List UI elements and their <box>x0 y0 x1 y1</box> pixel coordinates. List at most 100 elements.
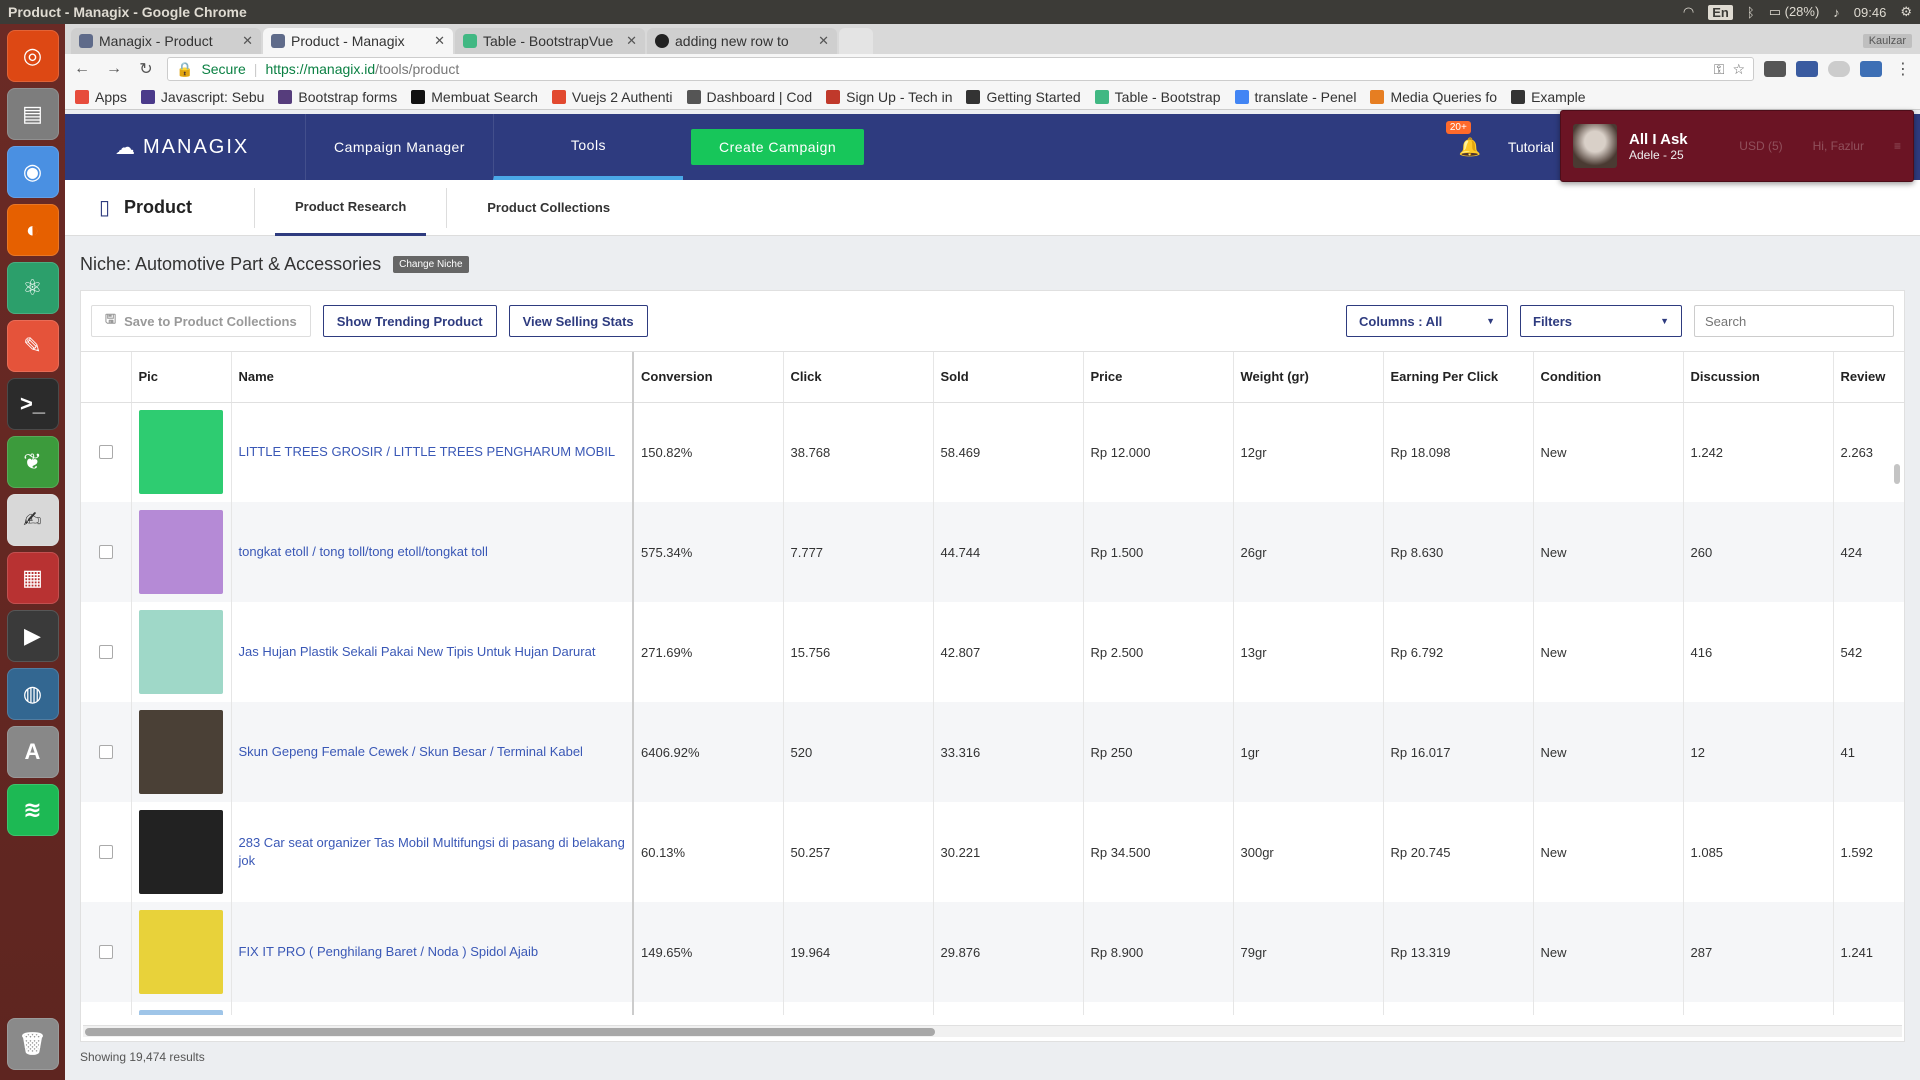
address-bar[interactable]: 🔒 Secure | https://managix.id/tools/prod… <box>167 57 1754 81</box>
text-editor-icon[interactable]: ✍ <box>6 494 59 546</box>
columns-dropdown[interactable]: Columns : All ▼ <box>1346 305 1508 337</box>
postgresql-icon[interactable]: ◍ <box>6 668 59 720</box>
table-row[interactable]: 283 Car seat organizer Tas Mobil Multifu… <box>81 802 1904 902</box>
gear-icon[interactable]: ⚙ <box>1900 4 1912 20</box>
product-name-link[interactable]: Skun Gepeng Female Cewek / Skun Besar / … <box>239 744 583 759</box>
bluetooth-icon[interactable]: ᛒ <box>1747 5 1755 20</box>
product-image[interactable] <box>138 1010 223 1015</box>
fix-it-pro-image[interactable] <box>138 910 223 994</box>
star-icon[interactable]: ☆ <box>1732 61 1745 78</box>
scrollbar-thumb[interactable] <box>85 1028 935 1036</box>
close-tab-icon[interactable]: ✕ <box>242 33 253 49</box>
product-name-link[interactable]: LITTLE TREES GROSIR / LITTLE TREES PENGH… <box>239 444 616 459</box>
terminal-connector-image[interactable] <box>138 710 223 794</box>
tutorial-link[interactable]: Tutorial <box>1508 139 1554 155</box>
spotify-icon[interactable]: ≋ <box>6 784 59 836</box>
key-icon[interactable]: ⚿ <box>1714 61 1725 78</box>
trash-icon[interactable]: 🗑 <box>6 1018 59 1070</box>
extension-icon[interactable] <box>1860 61 1882 77</box>
nav-tools[interactable]: Tools <box>492 114 683 180</box>
bookmark-item[interactable]: Bootstrap forms <box>278 89 397 105</box>
show-trending-button[interactable]: Show Trending Product <box>322 305 497 337</box>
change-niche-button[interactable]: Change Niche <box>393 255 469 273</box>
battery-indicator[interactable]: ▭ (28%) <box>1769 4 1820 20</box>
row-checkbox[interactable] <box>98 845 113 859</box>
terminal-icon[interactable]: >_ <box>6 378 59 430</box>
column-header[interactable]: Conversion <box>633 352 784 403</box>
bookmark-item[interactable]: Dashboard | Cod <box>686 89 812 105</box>
column-header[interactable]: Discussion <box>1683 352 1834 403</box>
toll-stick-image[interactable] <box>138 510 223 594</box>
column-header[interactable]: Weight (gr) <box>1233 352 1384 403</box>
menu-dots-icon[interactable]: ⋮ <box>1892 59 1914 79</box>
balance-dropdown[interactable]: USD (5) <box>1739 139 1782 153</box>
column-header[interactable]: Pic <box>131 352 232 403</box>
view-selling-stats-button[interactable]: View Selling Stats <box>508 305 648 337</box>
firefox-icon[interactable]: ◐ <box>6 204 59 256</box>
reload-icon[interactable]: ↻ <box>135 59 157 79</box>
product-name-link[interactable]: tongkat etoll / tong toll/tong etoll/ton… <box>239 544 488 559</box>
extension-icon[interactable] <box>1828 61 1850 77</box>
chrome-icon[interactable]: ◉ <box>6 146 59 198</box>
column-header[interactable]: Condition <box>1533 352 1684 403</box>
volume-icon[interactable]: ♪ <box>1833 5 1840 20</box>
postman-icon[interactable]: ✎ <box>6 320 59 372</box>
browser-tab[interactable]: Table - BootstrapVue ✕ <box>455 28 645 54</box>
video-editor-icon[interactable]: ▶ <box>6 610 59 662</box>
table-row[interactable]: LITTLE TREES GROSIR / LITTLE TREES PENGH… <box>81 402 1904 502</box>
atom-icon[interactable]: ⚛ <box>6 262 59 314</box>
horizontal-scrollbar[interactable] <box>83 1025 1902 1037</box>
bookmark-item[interactable]: Sign Up - Tech in <box>826 89 952 105</box>
bookmark-item[interactable]: Vuejs 2 Authenti <box>551 89 673 105</box>
seat-organizer-image[interactable] <box>138 810 223 894</box>
column-header[interactable]: Review <box>1833 352 1904 403</box>
now-playing-notification[interactable]: All I Ask Adele - 25 USD (5) Hi, Fazlur … <box>1560 110 1914 182</box>
close-tab-icon[interactable]: ✕ <box>818 33 829 49</box>
presentation-icon[interactable]: ▦ <box>6 552 59 604</box>
notification-bell[interactable]: 20+ 🔔 <box>1445 121 1482 159</box>
bookmark-item[interactable]: Javascript: Sebu <box>140 89 264 105</box>
browser-tab-active[interactable]: Product - Managix ✕ <box>263 28 453 54</box>
table-row[interactable]: FIX IT PRO ( Penghilang Baret / Noda ) S… <box>81 902 1904 1002</box>
column-header[interactable]: Click <box>783 352 934 403</box>
raincoat-image[interactable] <box>138 610 223 694</box>
tab-product-research[interactable]: Product Research <box>275 180 427 236</box>
column-header[interactable]: Sold <box>933 352 1084 403</box>
software-updater-icon[interactable]: A <box>6 726 59 778</box>
back-arrow-icon[interactable]: ← <box>71 60 93 78</box>
table-row[interactable] <box>81 1002 1904 1015</box>
files-icon[interactable]: ▤ <box>6 88 59 140</box>
vertical-scrollbar[interactable] <box>1894 464 1900 484</box>
bookmark-item[interactable]: Apps <box>75 89 127 105</box>
filters-dropdown[interactable]: Filters ▼ <box>1520 305 1682 337</box>
hamburger-icon[interactable]: ≡ <box>1894 139 1901 153</box>
product-name-link[interactable]: 283 Car seat organizer Tas Mobil Multifu… <box>239 835 625 868</box>
clock[interactable]: 09:46 <box>1854 5 1887 20</box>
bookmark-item[interactable]: Membuat Search <box>411 89 538 105</box>
product-name-link[interactable]: FIX IT PRO ( Penghilang Baret / Noda ) S… <box>239 944 539 959</box>
new-tab-button[interactable] <box>839 28 873 54</box>
vuejs-devtools-icon[interactable] <box>1764 61 1786 77</box>
column-header[interactable]: Name <box>231 352 634 403</box>
create-campaign-button[interactable]: Create Campaign <box>690 129 865 165</box>
nav-campaign-manager[interactable]: Campaign Manager <box>305 114 493 180</box>
column-header[interactable]: Earning Per Click <box>1383 352 1534 403</box>
close-tab-icon[interactable]: ✕ <box>434 33 445 49</box>
extension-icon[interactable] <box>1796 61 1818 77</box>
save-to-collections-button[interactable]: 🖫 Save to Product Collections <box>91 305 311 337</box>
row-checkbox[interactable] <box>98 645 113 659</box>
table-row[interactable]: Jas Hujan Plastik Sekali Pakai New Tipis… <box>81 602 1904 702</box>
bookmark-item[interactable]: Media Queries fo <box>1370 89 1497 105</box>
search-input[interactable] <box>1694 305 1894 337</box>
table-row[interactable]: tongkat etoll / tong toll/tong etoll/ton… <box>81 502 1904 602</box>
row-checkbox[interactable] <box>98 545 113 559</box>
profile-chip[interactable]: Kaulzar <box>1862 34 1912 48</box>
mongodb-icon[interactable]: ❦ <box>6 436 59 488</box>
browser-tab[interactable]: Managix - Product ✕ <box>71 28 261 54</box>
row-checkbox[interactable] <box>98 745 113 759</box>
tab-product-collections[interactable]: Product Collections <box>467 180 630 236</box>
forward-arrow-icon[interactable]: → <box>103 60 125 78</box>
bookmark-item[interactable]: Getting Started <box>966 89 1081 105</box>
managix-logo[interactable]: ☁ MANAGIX <box>65 135 305 160</box>
column-header[interactable]: Price <box>1083 352 1234 403</box>
